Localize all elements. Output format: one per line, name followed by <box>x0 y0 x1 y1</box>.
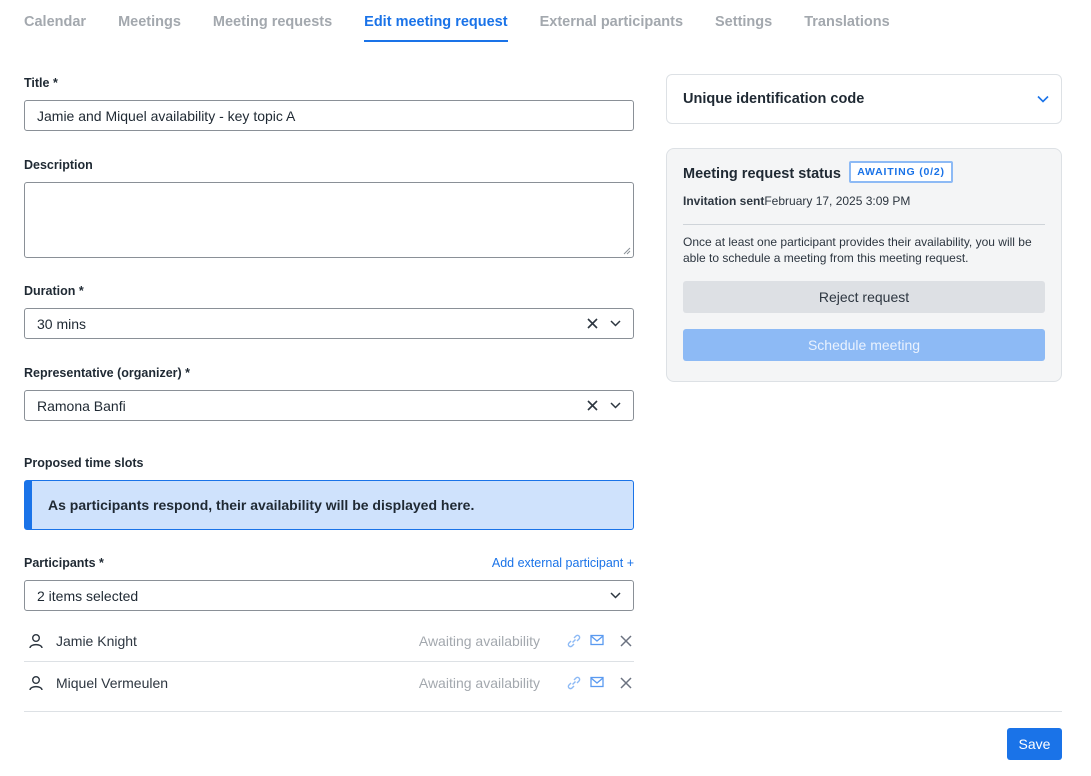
chevron-down-icon[interactable] <box>609 400 621 412</box>
invitation-sent-label: Invitation sent <box>683 194 765 208</box>
representative-select-value: Ramona Banfi <box>37 397 126 414</box>
add-external-participant-link[interactable]: Add external participant + <box>440 556 634 570</box>
title-input-value: Jamie and Miquel availability - key topi… <box>37 107 296 124</box>
timeslots-label: Proposed time slots <box>24 456 144 470</box>
tab-edit-meeting-request[interactable]: Edit meeting request <box>364 0 509 42</box>
participants-label: Participants * <box>24 556 104 570</box>
description-label: Description <box>24 158 93 172</box>
reject-request-button[interactable]: Reject request <box>683 281 1045 313</box>
participant-status: Awaiting availability <box>418 675 540 691</box>
link-icon[interactable] <box>566 676 582 690</box>
link-icon[interactable] <box>566 634 582 648</box>
mail-icon[interactable] <box>590 676 604 690</box>
tab-calendar[interactable]: Calendar <box>24 0 86 42</box>
participant-name: Jamie Knight <box>56 632 137 649</box>
title-label: Title * <box>24 76 58 90</box>
unique-id-title: Unique identification code <box>683 91 865 107</box>
status-note: Once at least one participant provides t… <box>683 235 1032 265</box>
close-icon[interactable] <box>585 317 599 331</box>
save-button[interactable]: Save <box>1007 728 1062 760</box>
chevron-down-icon[interactable] <box>1037 93 1049 105</box>
participant-name: Miquel Vermeulen <box>56 675 169 691</box>
description-textarea[interactable] <box>24 182 634 258</box>
representative-select[interactable]: Ramona Banfi <box>24 390 634 421</box>
unique-id-panel[interactable]: Unique identification code <box>666 74 1062 124</box>
tab-external-participants[interactable]: External participants <box>540 0 683 42</box>
user-icon <box>28 633 44 649</box>
participant-row: Jamie Knight Awaiting availability <box>24 620 634 662</box>
participants-select[interactable]: 2 items selected <box>24 580 634 611</box>
participants-select-value: 2 items selected <box>37 587 139 604</box>
tab-meeting-requests[interactable]: Meeting requests <box>213 0 332 42</box>
schedule-meeting-button[interactable]: Schedule meeting <box>683 329 1045 361</box>
duration-label: Duration * <box>24 284 84 298</box>
chevron-down-icon[interactable] <box>609 318 621 330</box>
status-title: Meeting request status <box>683 166 841 182</box>
duration-select-value: 30 mins <box>37 315 87 332</box>
participant-status: Awaiting availability <box>418 632 540 649</box>
mail-icon[interactable] <box>590 634 604 648</box>
status-badge: AWAITING (0/2) <box>849 161 953 183</box>
representative-label: Representative (organizer) * <box>24 366 191 380</box>
user-icon <box>28 675 44 691</box>
tab-settings[interactable]: Settings <box>715 0 772 42</box>
participant-row: Miquel Vermeulen Awaiting availability <box>24 662 634 704</box>
footer-divider <box>24 711 1062 712</box>
timeslots-info-text: As participants respond, their availabil… <box>48 497 475 513</box>
resize-handle-icon[interactable] <box>623 247 631 255</box>
timeslots-info-banner: As participants respond, their availabil… <box>24 480 634 530</box>
tab-meetings[interactable]: Meetings <box>118 0 181 42</box>
close-icon[interactable] <box>585 399 599 413</box>
tab-bar: Calendar Meetings Meeting requests Edit … <box>24 0 922 42</box>
close-icon[interactable] <box>620 634 632 647</box>
status-divider <box>683 224 1045 225</box>
invitation-sent-value: February 17, 2025 3:09 PM <box>764 194 911 208</box>
meeting-request-status-panel: Meeting request status AWAITING (0/2) In… <box>666 148 1062 382</box>
tab-translations[interactable]: Translations <box>804 0 889 42</box>
title-input[interactable]: Jamie and Miquel availability - key topi… <box>24 100 634 131</box>
invitation-sent: Invitation sentFebruary 17, 2025 3:09 PM <box>683 194 910 208</box>
close-icon[interactable] <box>620 677 632 689</box>
chevron-down-icon[interactable] <box>609 590 621 602</box>
duration-select[interactable]: 30 mins <box>24 308 634 339</box>
